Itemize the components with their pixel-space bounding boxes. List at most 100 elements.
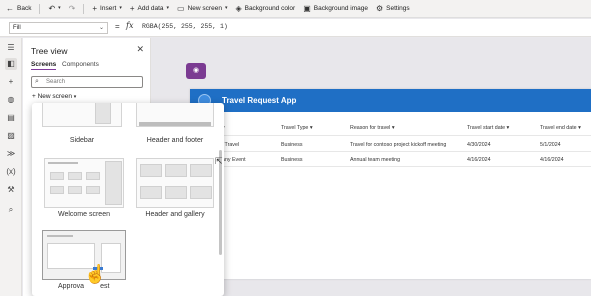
background-image-button[interactable]: ▣ Background image [303,3,368,13]
layout-footer-bar [139,122,211,126]
add-data-label: Add data [137,5,164,12]
layout-sidebar-panel [95,103,111,124]
chevron-down-icon: ▾ [166,5,170,11]
command-toolbar: ← Back ↶ ▾ ↷ + Insert ▾ + Add data ▾ ▭ N… [0,0,591,18]
layout-thumb-header-footer[interactable] [136,103,214,127]
cell-reason: Annual team meeting [350,157,401,163]
column-header-end-date[interactable]: Travel end date ▾ [540,125,581,131]
chevron-down-icon: ▾ [224,5,228,11]
cell-end-date: 5/1/2024 [540,142,561,148]
formula-input[interactable]: RGBA(255, 255, 255, 1) [142,23,228,30]
redo-icon: ↷ [68,3,76,13]
property-value: Fill [13,25,21,31]
screen-layout-picker: Sidebar Header and footer Welcome screen… [32,103,224,296]
media-icon[interactable]: ▨ [5,130,17,142]
chevron-down-icon: ▾ [73,94,77,100]
layout-title-bar [48,162,78,164]
tab-components[interactable]: Components [62,61,99,68]
layout-card [50,172,64,180]
back-button[interactable]: ← Back [6,3,32,13]
fx-label: fx [126,21,134,30]
cell-name: l Travel [222,142,240,148]
layout-card [68,186,82,194]
layout-label-header-gallery: Header and gallery [145,211,205,218]
property-dropdown[interactable]: Fill ⌄ [9,22,108,34]
new-screen-label: New screen [187,5,222,12]
insert-button[interactable]: + Insert ▾ [92,3,122,13]
layout-gallery-tile [190,186,212,199]
cell-travel-type: Business [281,142,303,148]
layout-thumb-welcome[interactable] [44,158,124,208]
layout-gallery-tile [140,164,162,177]
chevron-down-icon: ▾ [58,5,61,11]
redo-button[interactable]: ↷ [68,3,76,13]
tree-view-icon[interactable]: ◧ [5,58,17,70]
new-screen-icon: ▭ [177,3,185,13]
formula-bar: Fill ⌄ = fx RGBA(255, 255, 255, 1) [0,19,591,37]
data-icon[interactable]: ◍ [5,94,17,106]
back-arrow-icon: ← [6,3,14,13]
app-header: Travel Request App [190,89,591,112]
back-label: Back [17,5,32,12]
app-preview[interactable]: Travel Request App ▾ Travel Type ▾ Reaso… [190,89,591,279]
cell-name: any Event [222,157,246,163]
add-data-plus-icon: + [129,3,135,13]
database-icon[interactable]: ▤ [5,112,17,124]
layout-title-bar [47,235,73,237]
insert-plus-icon[interactable]: + [5,76,17,88]
image-icon: ▣ [303,3,311,13]
undo-button[interactable]: ↶ ▾ [48,4,61,13]
tools-icon[interactable]: ⚒ [5,184,17,196]
settings-button[interactable]: ⚙ Settings [375,3,410,13]
search-placeholder: Search [46,79,66,85]
layout-thumb-header-gallery[interactable] [136,158,214,208]
row-divider [220,151,591,152]
layout-gallery-tile [165,164,187,177]
new-screen-dropdown[interactable]: + New screen ▾ [32,93,76,100]
toolbar-divider [83,3,85,14]
layout-card [86,186,100,194]
mouse-arrow-icon: ⇱ [215,156,223,166]
column-header-reason[interactable]: Reason for travel ▾ [350,125,394,131]
column-header-travel-type[interactable]: Travel Type ▾ [281,125,313,131]
row-divider [220,135,591,136]
column-header-start-date[interactable]: Travel start date ▾ [467,125,509,131]
plus-icon: + [32,93,36,100]
layout-label-welcome: Welcome screen [57,211,110,218]
layout-label-sidebar: Sidebar [69,137,95,144]
add-data-button[interactable]: + Add data ▾ [129,3,170,13]
cell-reason: Travel for contoso project kickoff meeti… [350,142,447,148]
background-image-label: Background image [313,5,368,12]
cell-travel-type: Business [281,157,303,163]
cell-end-date: 4/16/2024 [540,157,564,163]
gear-icon: ⚙ [375,3,384,13]
search-icon[interactable]: ⌕ [5,204,17,216]
background-color-label: Background color [244,5,296,12]
insert-plus-icon: + [92,3,98,13]
new-screen-button[interactable]: ▭ New screen ▾ [177,3,228,13]
variables-icon[interactable]: (x) [5,166,17,178]
background-color-button[interactable]: ◈ Background color [235,4,296,13]
search-icon: ⌕ [35,78,39,85]
insert-label: Insert [100,5,117,12]
toolbar-divider [39,3,41,14]
hand-pointer-icon: ☝ [84,264,107,284]
tab-screens[interactable]: Screens [31,61,57,70]
layout-gallery-tile [165,186,187,199]
layout-thumb-sidebar[interactable] [42,103,122,127]
layout-label-approval-request: Approva est [58,283,110,290]
new-screen-dropdown-label: New screen [37,93,72,100]
layout-label-header-footer: Header and footer [146,137,204,144]
hamburger-menu-icon[interactable]: ☰ [5,42,17,54]
cell-start-date: 4/30/2024 [467,142,491,148]
layout-card [68,172,82,180]
tree-view-title: Tree view [31,46,68,56]
power-automate-icon[interactable]: ≫ [5,148,17,160]
layout-side-panel [105,161,122,205]
tree-search-input[interactable]: ⌕ Search [31,76,143,88]
screen-chip-icon[interactable]: ◉ [186,63,206,79]
chevron-down-icon: ⌄ [98,25,104,31]
close-icon[interactable]: ✕ [136,44,144,55]
chevron-down-icon: ▾ [119,5,122,11]
layout-card [50,186,64,194]
